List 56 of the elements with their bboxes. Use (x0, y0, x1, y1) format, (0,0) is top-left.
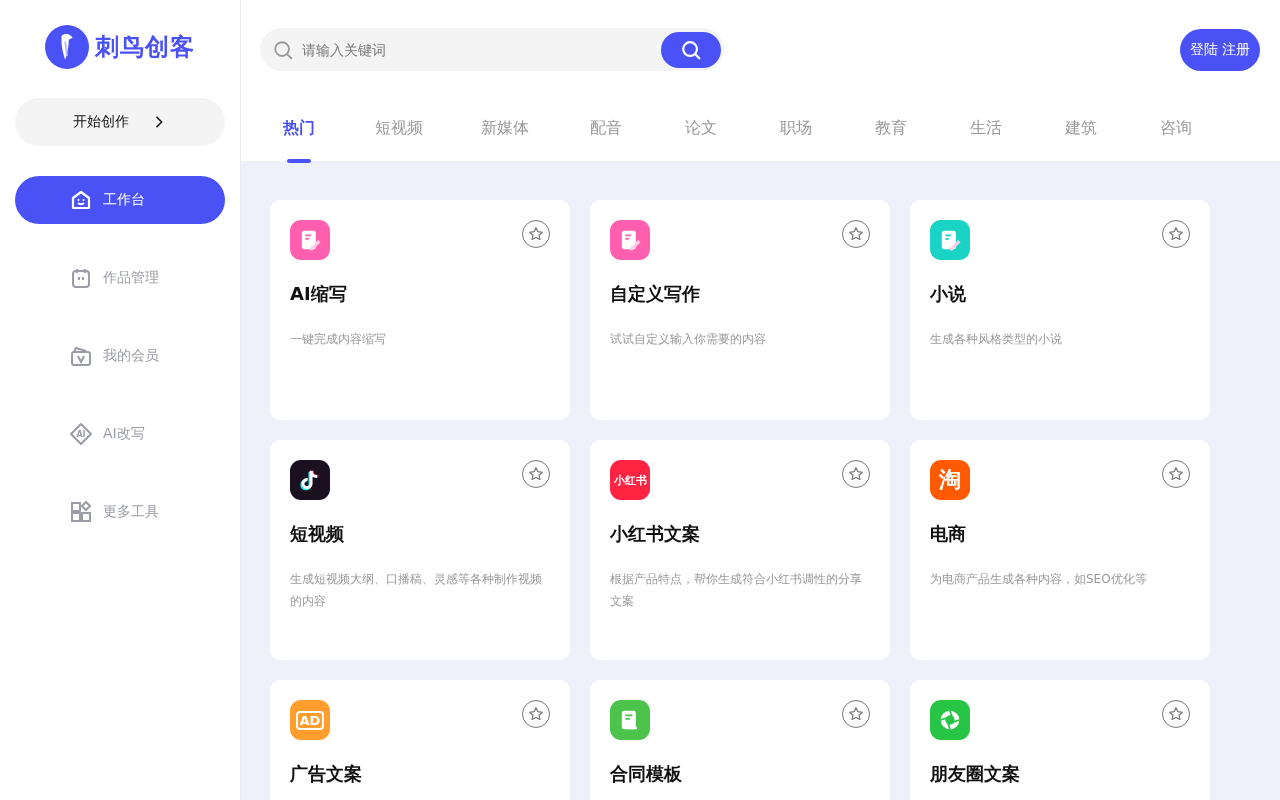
category-tab[interactable]: 生活 (967, 107, 1004, 163)
sidebar-item[interactable]: 工作台 (15, 176, 225, 224)
category-tab[interactable]: 建筑 (1062, 107, 1099, 163)
category-tab[interactable]: 教育 (872, 107, 909, 163)
app-logo-icon: 小红书 (610, 460, 650, 500)
calendar-icon (69, 266, 93, 290)
category-tab[interactable]: 论文 (682, 107, 719, 163)
apps-grid-icon (69, 500, 93, 524)
category-tab[interactable]: 咨询 (1157, 107, 1194, 163)
card-description: 试试自定义输入你需要的内容 (610, 331, 767, 348)
card-title: AI缩写 (290, 282, 348, 306)
sidebar-item[interactable]: 作品管理 (15, 254, 225, 302)
start-button[interactable]: 开始创作 (15, 98, 225, 146)
search-button[interactable] (661, 31, 721, 68)
tool-card[interactable]: 小说 生成各种风格类型的小说 (910, 200, 1210, 420)
tool-card[interactable]: 自定义写作 试试自定义输入你需要的内容 (590, 200, 890, 420)
sidebar-item[interactable]: 更多工具 (15, 488, 225, 536)
sidebar-item[interactable]: 我的会员 (15, 332, 225, 380)
search-field[interactable]: 请输入关键词 (260, 28, 724, 71)
card-title: 小红书文案 (610, 522, 701, 546)
bird-logo-icon (45, 25, 89, 69)
card-description: 生成短视频大纲、口播稿、灵感等各种制作视频的内容 (290, 571, 543, 610)
category-tab[interactable]: 新媒体 (481, 107, 529, 163)
tool-card[interactable]: 朋友圈文案 (910, 680, 1210, 800)
category-tab[interactable]: 短视频 (375, 107, 423, 163)
tool-card[interactable]: 小红书 小红书文案 根据产品特点，帮你生成符合小红书调性的分享文案 (590, 440, 890, 660)
house-icon (69, 188, 93, 212)
category-tab[interactable]: 职场 (777, 107, 814, 163)
card-title: 朋友圈文案 (930, 762, 1021, 786)
category-tab[interactable]: 配音 (587, 107, 624, 163)
sidebar-item[interactable]: AI AI改写 (15, 410, 225, 458)
tool-card[interactable]: AD 广告文案 (270, 680, 570, 800)
ai-diamond-icon: AI (69, 422, 93, 446)
vip-bag-icon (69, 344, 93, 368)
card-title: 电商 (930, 522, 967, 546)
login-register-button[interactable]: 登陆 注册 (1179, 28, 1260, 71)
search-input[interactable]: 请输入关键词 (300, 40, 655, 59)
app-logo-icon: AD (290, 700, 330, 740)
card-title: 自定义写作 (610, 282, 701, 306)
card-description: 生成各种风格类型的小说 (930, 331, 1063, 348)
card-title: 小说 (930, 282, 967, 306)
card-title: 广告文案 (290, 762, 363, 786)
card-title: 合同模板 (610, 762, 683, 786)
search-icon (680, 38, 702, 61)
tool-card[interactable]: 淘 电商 为电商产品生成各种内容，如SEO优化等 (910, 440, 1210, 660)
card-title: 短视频 (290, 522, 345, 546)
app-logo-icon: 淘 (930, 460, 970, 500)
category-tab[interactable]: 热门 (280, 107, 317, 163)
tool-card[interactable]: AI缩写 一键完成内容缩写 (270, 200, 570, 420)
card-description: 为电商产品生成各种内容，如SEO优化等 (930, 571, 1148, 588)
search-icon (272, 38, 294, 61)
tool-card[interactable]: 短视频 生成短视频大纲、口播稿、灵感等各种制作视频的内容 (270, 440, 570, 660)
card-description: 一键完成内容缩写 (290, 331, 387, 348)
logo-text: 刺鸟创客 (95, 32, 195, 63)
tool-card[interactable]: 合同模板 (590, 680, 890, 800)
card-description: 根据产品特点，帮你生成符合小红书调性的分享文案 (610, 571, 863, 610)
